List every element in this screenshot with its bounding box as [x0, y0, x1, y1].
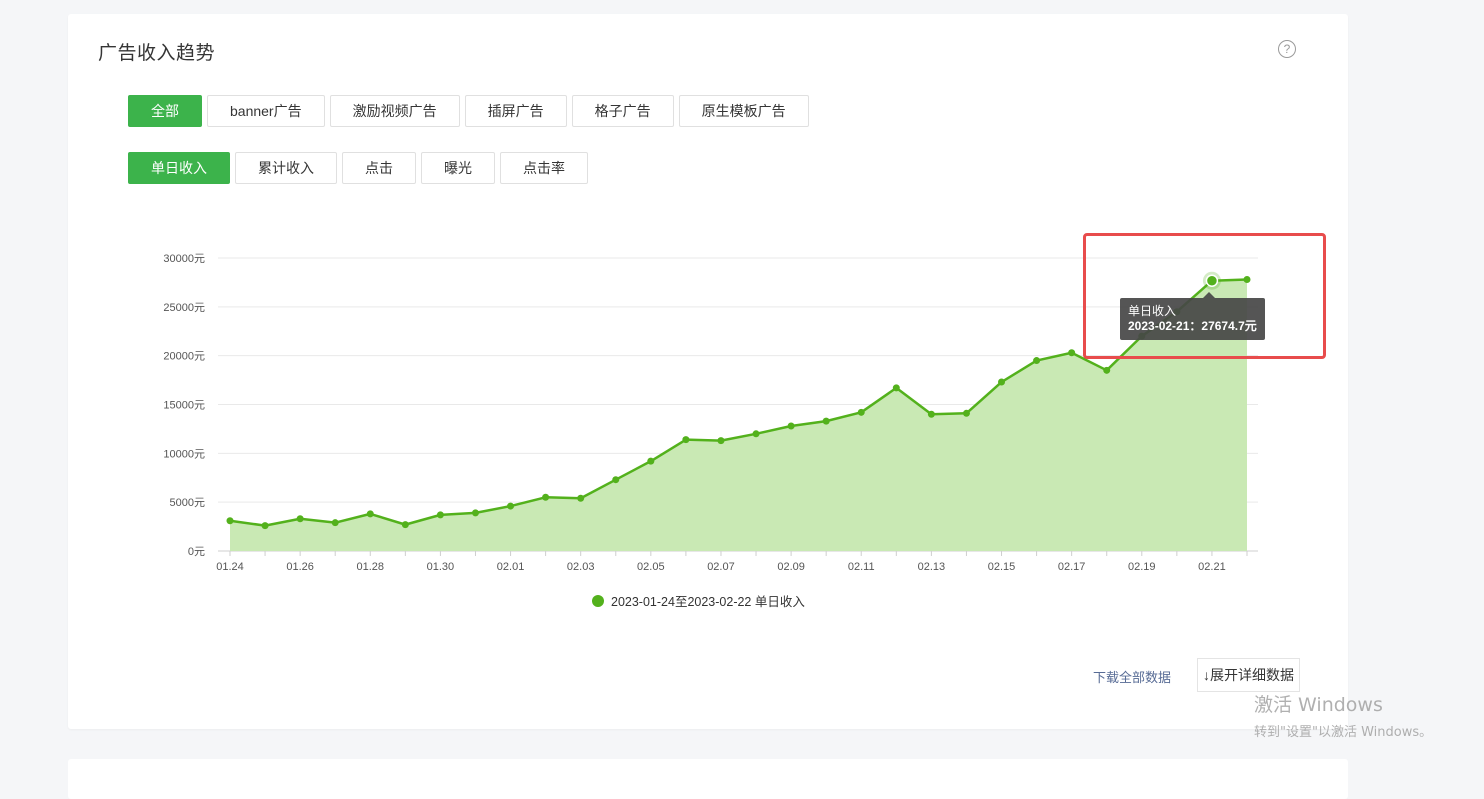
x-tick-label: 02.15: [988, 561, 1016, 573]
data-point: [682, 436, 690, 444]
data-point: [507, 502, 515, 510]
x-tick-label: 02.19: [1128, 561, 1156, 573]
next-card: [68, 759, 1348, 799]
data-point: [717, 437, 725, 445]
data-point: [1068, 349, 1076, 357]
windows-activation-watermark: 激活 Windows 转到"设置"以激活 Windows。: [1254, 690, 1432, 740]
legend-label: 2023-01-24至2023-02-22 单日收入: [611, 595, 805, 609]
revenue-trend-card: 广告收入趋势 ? 全部 banner广告 激励视频广告 插屏广告 格子广告 原生…: [68, 14, 1348, 729]
x-tick-label: 02.07: [707, 561, 735, 573]
data-point: [787, 422, 795, 430]
data-point: [296, 515, 304, 523]
y-tick-label: 5000元: [170, 497, 205, 509]
x-tick-label: 02.13: [918, 561, 946, 573]
x-tick-label: 02.11: [848, 561, 875, 573]
data-point: [752, 430, 760, 438]
data-point: [1033, 357, 1041, 365]
x-tick-label: 02.01: [497, 561, 525, 573]
data-point: [226, 517, 234, 525]
y-tick-label: 30000元: [163, 253, 205, 265]
data-point: [892, 384, 900, 392]
y-tick-label: 25000元: [163, 302, 205, 314]
data-point: [857, 408, 865, 416]
data-point: [1103, 366, 1111, 374]
y-tick-label: 20000元: [163, 351, 205, 363]
data-point: [822, 417, 830, 425]
data-point: [927, 410, 935, 418]
data-point: [647, 457, 655, 465]
data-point: [366, 510, 374, 518]
x-tick-label: 02.05: [637, 561, 665, 573]
data-point: [612, 476, 620, 484]
x-tick-label: 02.03: [567, 561, 595, 573]
x-tick-label: 01.28: [357, 561, 385, 573]
x-tick-label: 02.09: [777, 561, 805, 573]
chart-legend[interactable]: 2023-01-24至2023-02-22 单日收入: [592, 591, 805, 610]
watermark-line2: 转到"设置"以激活 Windows。: [1254, 725, 1433, 740]
y-tick-label: 10000元: [163, 448, 205, 460]
data-point: [331, 519, 339, 527]
x-tick-label: 02.21: [1198, 561, 1226, 573]
x-tick-label: 01.30: [427, 561, 455, 573]
data-point: [998, 378, 1006, 386]
data-point: [436, 511, 444, 519]
highlight-box: [1083, 233, 1326, 359]
expand-details-button[interactable]: ↓展开详细数据: [1197, 658, 1300, 692]
data-point: [261, 522, 269, 530]
y-tick-label: 0元: [188, 546, 205, 558]
data-point: [962, 409, 970, 417]
legend-marker-icon: [592, 594, 604, 607]
data-point: [401, 521, 409, 529]
x-tick-label: 01.26: [286, 561, 314, 573]
x-tick-label: 01.24: [216, 561, 244, 573]
y-tick-label: 15000元: [163, 400, 205, 412]
data-point: [542, 493, 550, 501]
data-point: [471, 509, 479, 517]
watermark-line1: 激活 Windows: [1254, 694, 1383, 716]
download-all-data-link[interactable]: 下载全部数据: [1093, 667, 1171, 686]
data-point: [577, 494, 585, 502]
x-tick-label: 02.17: [1058, 561, 1086, 573]
